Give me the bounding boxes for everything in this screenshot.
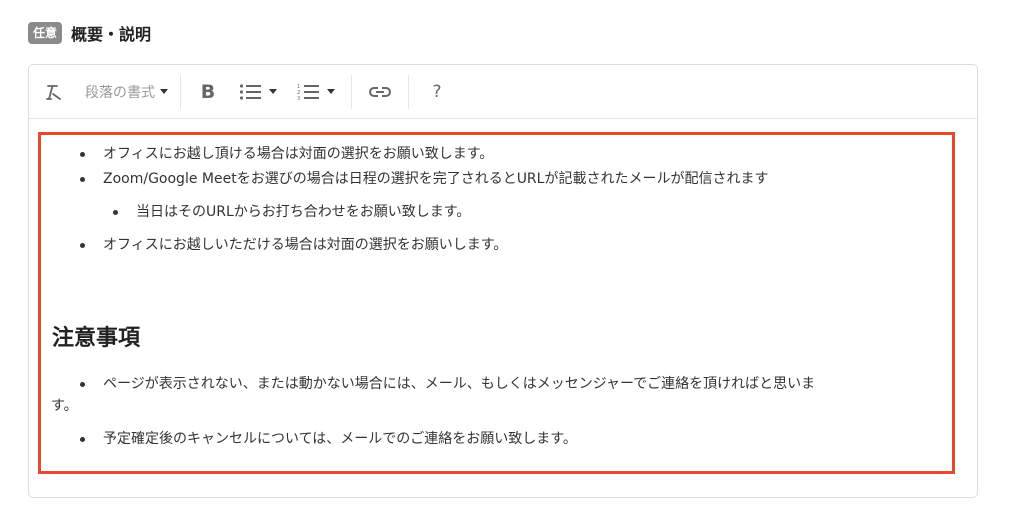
insert-link-button[interactable]: [358, 74, 402, 110]
chevron-down-icon[interactable]: [269, 89, 277, 94]
toolbar-divider: [180, 74, 181, 109]
svg-text:3: 3: [297, 96, 300, 101]
remove-format-icon[interactable]: [41, 74, 67, 110]
list-item: オフィスにお越しいただける場合は対面の選択をお願いします。: [75, 234, 933, 256]
list-item: 予定確定後のキャンセルについては、メールでのご連絡をお願い致します。: [75, 428, 933, 450]
link-icon: [369, 86, 391, 97]
editor-content-highlighted[interactable]: オフィスにお越し頂ける場合は対面の選択をお願い致します。 Zoom/Google…: [38, 132, 955, 474]
list-item: オフィスにお越し頂ける場合は対面の選択をお願い致します。: [75, 143, 933, 165]
paragraph-format-select[interactable]: 段落の書式: [67, 74, 174, 110]
section-heading: 注意事項: [52, 326, 141, 351]
bulleted-list-icon: [239, 83, 261, 100]
list-item-line: す。: [51, 398, 78, 414]
bold-button[interactable]: B: [187, 74, 229, 110]
field-header: 任意 概要・説明: [28, 21, 151, 45]
field-title: 概要・説明: [71, 25, 152, 44]
list-item-line: ページが表示されない、または動かない場合には、メール、もしくはメッセンジャーでご…: [103, 376, 816, 392]
paragraph-format-label: 段落の書式: [85, 84, 155, 101]
chevron-down-icon[interactable]: [327, 89, 335, 94]
editor-toolbar: 段落の書式 B 1 2 3 ?: [29, 65, 977, 119]
help-button[interactable]: ?: [415, 74, 459, 110]
nested-list-item: 当日はそのURLからお打ち合わせをお願い致します。: [108, 201, 908, 223]
chevron-down-icon: [160, 89, 168, 94]
numbered-list-icon: 1 2 3: [297, 84, 319, 101]
bulleted-list-button[interactable]: [229, 74, 287, 110]
rich-text-editor[interactable]: 段落の書式 B 1 2 3 ? オフィスにお越し頂ける場合は対面の選択をお願い致…: [28, 64, 978, 498]
toolbar-divider: [408, 74, 409, 109]
numbered-list-button[interactable]: 1 2 3: [287, 74, 345, 110]
list-item: ページが表示されない、または動かない場合には、メール、もしくはメッセンジャーでご…: [51, 373, 933, 417]
list-item: Zoom/Google Meetをお選びの場合は日程の選択を完了されるとURLが…: [75, 168, 933, 190]
optional-badge: 任意: [28, 22, 63, 44]
toolbar-divider: [351, 74, 352, 109]
